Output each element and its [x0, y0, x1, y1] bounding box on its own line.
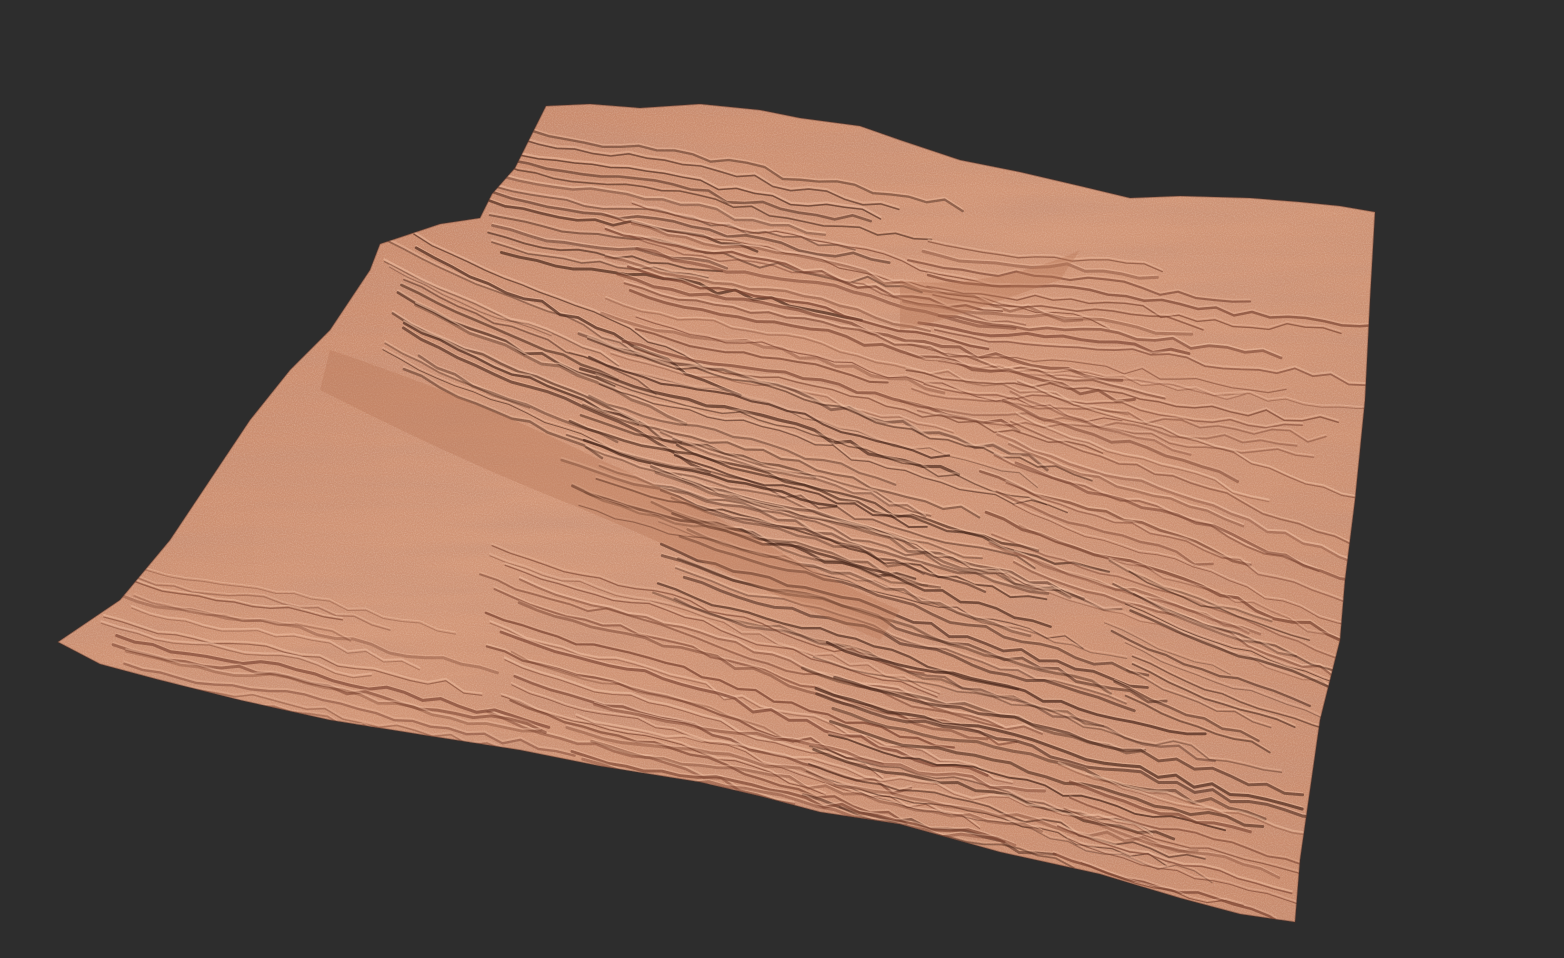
terrain-mesh: [56, 103, 1376, 923]
strata-highlight-line: [598, 855, 1068, 922]
3d-viewport[interactable]: [0, 0, 1564, 958]
terrain-surface: [58, 104, 1375, 922]
strata-highlight-line: [580, 846, 1104, 922]
strata-shadow-line: [580, 849, 1104, 922]
strata-shadow-line: [597, 857, 1069, 922]
